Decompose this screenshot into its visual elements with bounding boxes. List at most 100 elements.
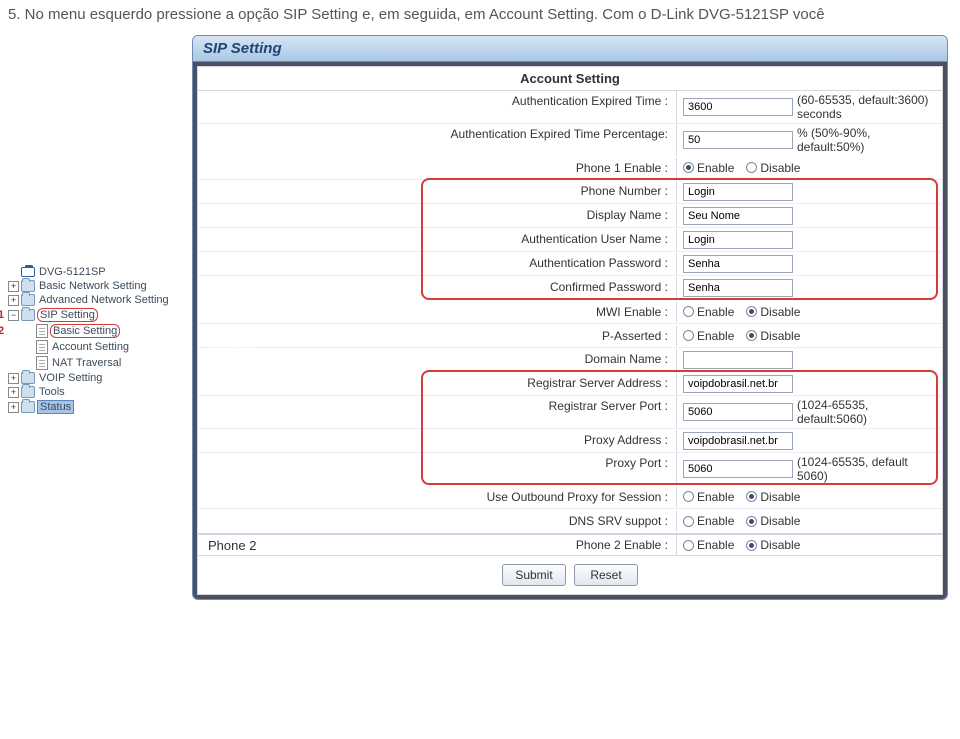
phone2-side-label: Phone 2 [198,535,427,555]
field-label: Authentication Expired Time : [427,91,677,123]
field-label: P-Asserted : [427,326,677,346]
tree-basic-setting[interactable]: 2 Basic Setting [8,323,186,339]
expand-icon[interactable]: + [8,373,19,384]
text-input[interactable] [683,403,793,421]
radio-enable[interactable]: Enable [683,161,734,175]
folder-icon [21,280,35,292]
field-label: Proxy Port : [427,453,677,485]
field-label: Authentication User Name : [427,229,677,251]
field-label: Registrar Server Port : [427,396,677,428]
form-row: Authentication Expired Time : (60-65535, … [198,91,942,124]
page-icon [36,356,48,370]
field-label: Display Name : [427,205,677,227]
form-row: MWI Enable : Enable Disable [198,300,942,324]
radio-enable[interactable]: Enable [683,514,734,528]
phone1-tail-group: Use Outbound Proxy for Session :EnableDi… [198,485,942,533]
field-label: MWI Enable : [427,302,677,322]
field-hint: (60-65535, default:3600) seconds [797,93,936,121]
page-icon [36,340,48,354]
tree-tools[interactable]: + Tools [8,385,186,399]
field-label: Confirmed Password : [427,277,677,299]
tree-account-setting[interactable]: Account Setting [8,339,186,355]
radio-disable[interactable]: Disable [746,329,800,343]
radio-enable[interactable]: Enable [683,305,734,319]
radio-group[interactable]: Enable Disable [677,302,942,322]
field-label: Authentication Password : [427,253,677,275]
tree-basic-setting-label: Basic Setting [50,324,120,338]
field-label: Phone Number : [427,181,677,203]
form-row: Use Outbound Proxy for Session :EnableDi… [198,485,942,509]
text-input[interactable] [683,460,793,478]
text-input[interactable] [683,279,793,297]
form-row: Domain Name : [198,348,942,372]
text-input[interactable] [683,98,793,116]
field-label: Registrar Server Address : [427,373,677,395]
phone1-enable-radio[interactable]: Enable Disable [677,158,942,178]
text-input[interactable] [683,207,793,225]
text-input[interactable] [683,255,793,273]
radio-group[interactable]: Enable Disable [677,487,942,507]
expand-icon[interactable]: + [8,402,19,413]
page-icon [36,324,48,338]
main-panel: SIP Setting Account Setting Authenticati… [192,35,948,600]
form-row: Registrar Server Port : (1024-65535, defa… [198,396,942,429]
radio-disable[interactable]: Disable [746,490,800,504]
text-input[interactable] [683,231,793,249]
tree-device[interactable]: DVG-5121SP [8,265,186,279]
radio-disable[interactable]: Disable [746,161,800,175]
field-label: Authentication Expired Time Percentage: [427,124,677,156]
text-input[interactable] [683,375,793,393]
folder-icon [21,372,35,384]
tree-status[interactable]: + Status [8,399,186,415]
phone1-side-label: Phone 1 [208,337,256,352]
section-title: Account Setting [198,67,942,91]
expand-icon[interactable]: + [8,281,19,292]
form-row: Registrar Server Address : [198,372,942,396]
phone2-block: Phone 2 Phone 2 Enable : EnableDisable [198,533,942,555]
field-hint: (1024-65535, default:5060) [797,398,936,426]
phone2-enable-radio[interactable]: Enable Disable [677,535,942,555]
button-row: Submit Reset [198,555,942,594]
tree-device-label: DVG-5121SP [37,266,108,278]
radio-disable[interactable]: Disable [746,538,800,552]
submit-button[interactable]: Submit [502,564,566,586]
field-label: Domain Name : [427,349,677,371]
radio-group[interactable]: Enable Disable [677,326,942,346]
collapse-icon[interactable]: − [8,310,19,321]
folder-icon [21,401,35,413]
form-row: Authentication Password : [198,252,942,276]
form-row: Proxy Port : (1024-65535, default 5060) [198,453,942,485]
top-rows: Authentication Expired Time : (60-65535, … [198,91,942,156]
radio-enable[interactable]: Enable [683,329,734,343]
form-row: Phone Number : [198,180,942,204]
text-input[interactable] [683,131,793,149]
tree-advanced-network[interactable]: + Advanced Network Setting [8,293,186,307]
field-label: Proxy Address : [427,430,677,452]
reset-button[interactable]: Reset [574,564,638,586]
text-input[interactable] [683,432,793,450]
panel-title: SIP Setting [203,40,937,57]
radio-enable[interactable]: Enable [683,490,734,504]
folder-icon [21,294,35,306]
panel-head: SIP Setting [193,36,947,62]
tree-sip-setting[interactable]: 1 − SIP Setting [8,307,186,323]
form-row: Proxy Address : [198,429,942,453]
radio-group[interactable]: Enable Disable [677,511,942,531]
form-row: Confirmed Password : [198,276,942,300]
tree-nat-traversal[interactable]: NAT Traversal [8,355,186,371]
callout-num: 1 [0,309,4,321]
radio-disable[interactable]: Disable [746,305,800,319]
tree-voip-setting[interactable]: + VOIP Setting [8,371,186,385]
text-input[interactable] [683,351,793,369]
tree-basic-network[interactable]: + Basic Network Setting [8,279,186,293]
step-text: 5. No menu esquerdo pressione a opção SI… [0,0,960,35]
radio-enable[interactable]: Enable [683,538,734,552]
folder-icon [21,386,35,398]
phone1-identity-group: Phone Number :Display Name :Authenticati… [198,180,942,300]
text-input[interactable] [683,183,793,201]
field-hint: (1024-65535, default 5060) [797,455,936,483]
expand-icon[interactable]: + [8,295,19,306]
expand-icon[interactable]: + [8,387,19,398]
device-icon [21,267,35,277]
radio-disable[interactable]: Disable [746,514,800,528]
